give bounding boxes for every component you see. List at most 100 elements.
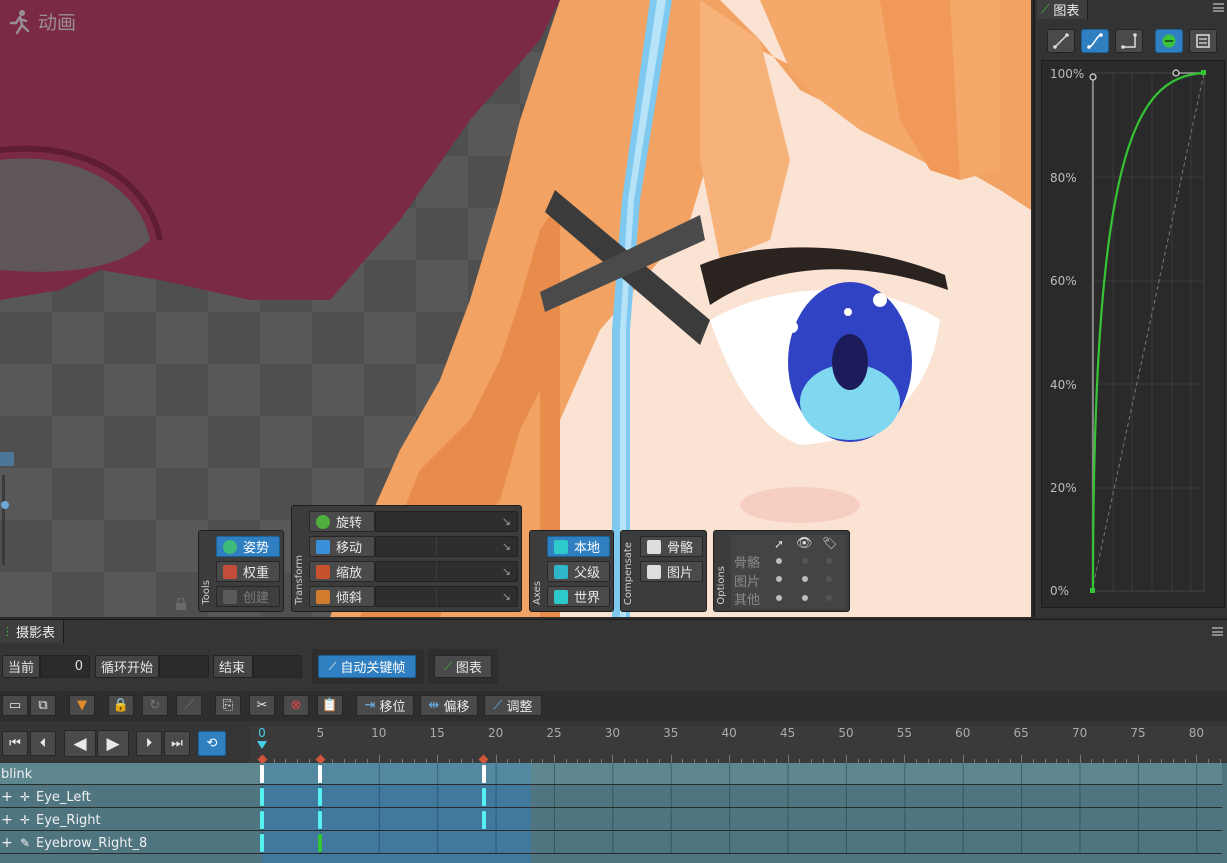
create-tool-button[interactable]: 创建 xyxy=(216,586,280,607)
first-frame-button[interactable]: ⏮ xyxy=(2,731,28,756)
link-icon[interactable]: ↘ xyxy=(502,565,511,578)
translate-value-field[interactable]: ↘ xyxy=(375,536,518,557)
keyframe[interactable] xyxy=(318,788,323,806)
play-backward-button[interactable]: ◀ xyxy=(64,730,96,757)
pose-tool-button[interactable]: 姿势 xyxy=(216,536,280,557)
keyframe[interactable] xyxy=(481,788,486,806)
end-input[interactable] xyxy=(253,655,302,678)
graph-tab[interactable]: ⟋ 图表 xyxy=(1037,0,1089,19)
duplicate-key-button[interactable]: ⧉ xyxy=(30,695,56,716)
last-frame-button[interactable]: ⏭ xyxy=(164,731,190,756)
graph-menu-icon[interactable] xyxy=(1213,3,1224,12)
graph-toggle-button[interactable]: ⟋ 图表 xyxy=(434,655,492,678)
curve-end-point[interactable] xyxy=(1201,70,1206,75)
playhead-marker[interactable] xyxy=(257,741,267,749)
shear-tool-button[interactable]: 倾斜 xyxy=(309,586,375,607)
others-select-toggle[interactable] xyxy=(776,595,782,601)
shear-value-field[interactable]: ↘ xyxy=(375,586,518,607)
scale-value-field[interactable]: ↘ xyxy=(375,561,518,582)
expand-icon[interactable]: + xyxy=(0,835,14,851)
track-key-cells[interactable] xyxy=(262,832,1222,854)
tag-icon: 🏷 xyxy=(822,536,838,550)
linear-curve-button[interactable] xyxy=(1047,29,1075,53)
local-axis-button[interactable]: 本地 xyxy=(547,536,610,557)
keyframe[interactable] xyxy=(481,765,486,783)
shift-icon: ⇥ xyxy=(364,698,376,713)
cut-button[interactable]: ✂ xyxy=(249,695,275,716)
keyframe[interactable] xyxy=(318,811,323,829)
filter-button[interactable]: ▼ xyxy=(69,695,95,716)
images-visible-toggle[interactable] xyxy=(802,576,808,582)
images-names-toggle[interactable] xyxy=(826,576,832,582)
link-icon[interactable]: ↘ xyxy=(502,540,511,553)
offset-button[interactable]: ⇹ 偏移 xyxy=(420,695,478,716)
bezier-curve-button[interactable] xyxy=(1081,29,1109,53)
keyframe[interactable] xyxy=(260,811,264,829)
track-row[interactable]: + ✛ Eye_Left xyxy=(0,786,1222,808)
curve-plot[interactable] xyxy=(1042,61,1226,609)
next-key-button[interactable]: ⏵ xyxy=(136,731,162,756)
animation-row[interactable]: blink xyxy=(0,763,1222,785)
weights-tool-button[interactable]: 权重 xyxy=(216,561,280,582)
translate-tool-button[interactable]: 移动 xyxy=(309,536,375,557)
reverse-button[interactable]: ↻ xyxy=(142,695,168,716)
track-name-eye-left: + ✛ Eye_Left xyxy=(0,786,91,808)
current-frame-input[interactable]: 0 xyxy=(40,655,90,678)
bones-names-toggle[interactable] xyxy=(826,558,832,564)
image-compensate-button[interactable]: 图片 xyxy=(640,561,703,582)
keyframe[interactable] xyxy=(260,834,264,852)
bones-select-toggle[interactable] xyxy=(776,558,782,564)
keyframe[interactable] xyxy=(260,788,264,806)
frame-ruler[interactable]: 0 5 10 15 20 25 30 35 40 45 50 55 60 65 70 75 80 xyxy=(250,726,1227,765)
rotate-value-field[interactable]: ↘ xyxy=(375,511,518,532)
loop-start-input[interactable] xyxy=(159,655,209,678)
keyframe[interactable] xyxy=(260,765,264,783)
others-names-toggle[interactable] xyxy=(826,595,832,601)
curve-graph[interactable]: 100% 80% 60% 40% 20% 0% xyxy=(1041,60,1225,608)
track-key-cells[interactable] xyxy=(262,786,1222,808)
prev-key-button[interactable]: ⏴ xyxy=(30,731,56,756)
paste-button[interactable]: 📋 xyxy=(317,695,343,716)
expand-icon[interactable]: + xyxy=(0,812,14,828)
interpolate-button[interactable]: ⟋ xyxy=(176,695,202,716)
keyframe[interactable] xyxy=(318,765,323,783)
scale-tool-button[interactable]: 缩放 xyxy=(309,561,375,582)
curve-start-point[interactable] xyxy=(1090,588,1095,593)
bones-visible-toggle[interactable] xyxy=(802,558,808,564)
track-row[interactable]: + ✛ Eye_Right xyxy=(0,809,1222,831)
lock-keys-button[interactable]: 🔒 xyxy=(108,695,134,716)
new-key-button[interactable]: ▭ xyxy=(2,695,28,716)
dopesheet-tab[interactable]: ⋮ 摄影表 xyxy=(0,620,65,643)
loop-toggle-button[interactable]: ⟲ xyxy=(198,731,226,756)
world-axis-button[interactable]: 世界 xyxy=(547,586,610,607)
keyframe[interactable] xyxy=(318,834,323,852)
copy-button[interactable]: ⎘ xyxy=(215,695,241,716)
dopesheet-menu-icon[interactable] xyxy=(1212,627,1223,636)
expand-icon[interactable]: + xyxy=(0,789,14,805)
scissors-icon: ✂ xyxy=(256,698,268,713)
images-select-toggle[interactable] xyxy=(776,576,782,582)
link-icon[interactable]: ↘ xyxy=(502,590,511,603)
bone-compensate-button[interactable]: 骨骼 xyxy=(640,536,703,557)
animation-key-cells[interactable] xyxy=(262,763,1222,785)
play-forward-button[interactable]: ▶ xyxy=(97,730,129,757)
parent-axis-button[interactable]: 父级 xyxy=(547,561,610,582)
lock-icon[interactable] xyxy=(175,598,187,610)
shift-button[interactable]: ⇥ 移位 xyxy=(356,695,414,716)
autokey-button[interactable]: ⟋ 自动关键帧 xyxy=(318,655,416,678)
custom-curve-button[interactable] xyxy=(1189,29,1217,53)
others-visible-toggle[interactable] xyxy=(802,595,808,601)
track-row[interactable]: + ✎ Eyebrow_Right_8 xyxy=(0,832,1222,854)
adjust-button[interactable]: ⟋ 调整 xyxy=(484,695,542,716)
rotate-tool-button[interactable]: 旋转 xyxy=(309,511,375,532)
link-icon[interactable]: ↘ xyxy=(502,515,511,528)
delete-button[interactable]: ⊗ xyxy=(283,695,309,716)
start-bezier-handle[interactable] xyxy=(1089,73,1097,81)
end-bezier-handle[interactable] xyxy=(1172,69,1180,77)
keyframe[interactable] xyxy=(481,811,486,829)
track-key-cells[interactable] xyxy=(262,809,1222,831)
animation-viewport[interactable]: 动画 Tools 姿势 权重 创建 Transform 旋转 ↘ 移动 ↘ 缩放… xyxy=(0,0,1031,617)
preset-curve-button[interactable] xyxy=(1155,29,1183,53)
paste-icon: 📋 xyxy=(321,698,339,713)
stepped-curve-button[interactable] xyxy=(1115,29,1143,53)
